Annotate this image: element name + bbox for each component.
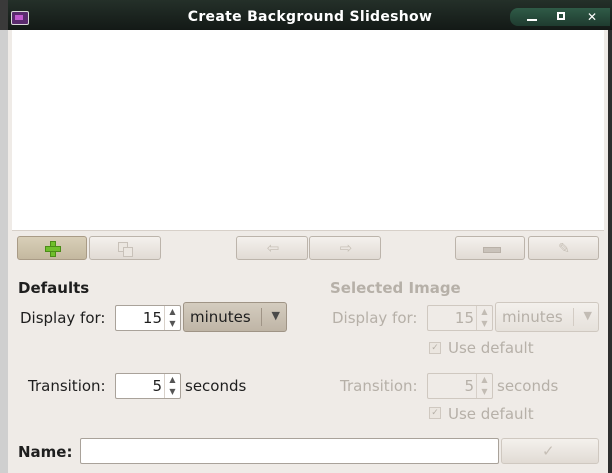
combo-separator [573, 308, 574, 326]
display-unit-value: minutes [190, 308, 251, 326]
spin-down-icon[interactable]: ▼ [477, 386, 492, 398]
selected-image-heading: Selected Image [330, 279, 461, 297]
name-input[interactable] [80, 438, 499, 464]
titlebar[interactable]: Create Background Slideshow ✕ [8, 0, 612, 30]
display-for-spinner[interactable]: 15 ▲ ▼ [115, 305, 181, 331]
move-left-button[interactable]: ⇦ [236, 236, 308, 260]
spin-up-icon[interactable]: ▲ [477, 306, 492, 318]
add-image-button[interactable] [17, 236, 87, 260]
display-for-label: Display for: [20, 309, 106, 327]
selected-display-for-value[interactable]: 15 [455, 309, 474, 327]
transition-arrows[interactable]: ▲ ▼ [164, 374, 180, 398]
selected-transition-unit: seconds [497, 377, 559, 395]
create-button[interactable]: ✓ [501, 438, 599, 464]
maximize-icon [557, 12, 565, 20]
arrow-left-icon: ⇦ [266, 239, 280, 257]
spin-down-icon[interactable]: ▼ [165, 386, 180, 398]
spin-down-icon[interactable]: ▼ [165, 318, 180, 330]
use-default-display-label: Use default [448, 339, 534, 357]
window-controls: ✕ [510, 8, 610, 26]
background-window-edge [0, 30, 8, 473]
duplicate-icon [118, 242, 133, 257]
close-button[interactable]: ✕ [578, 8, 606, 26]
spin-up-icon[interactable]: ▲ [165, 374, 180, 386]
plus-icon [45, 241, 61, 257]
spin-down-icon[interactable]: ▼ [477, 318, 492, 330]
selected-transition-value[interactable]: 5 [464, 377, 474, 395]
image-preview-area[interactable] [12, 30, 604, 231]
move-right-button[interactable]: ⇨ [309, 236, 381, 260]
duplicate-image-button[interactable] [89, 236, 161, 260]
remove-image-button[interactable] [455, 236, 525, 260]
use-default-transition-label: Use default [448, 405, 534, 423]
display-unit-combo[interactable]: minutes ▼ [183, 302, 287, 332]
use-default-display-checkbox[interactable]: ✓ [429, 342, 441, 354]
minimize-icon [527, 19, 537, 21]
transition-unit: seconds [185, 377, 247, 395]
combo-separator [261, 308, 262, 326]
maximize-button[interactable] [548, 8, 576, 26]
clear-button[interactable]: ✎ [528, 236, 599, 260]
broom-icon: ✎ [558, 241, 570, 257]
selected-display-for-spinner[interactable]: 15 ▲ ▼ [427, 305, 493, 331]
minus-icon [483, 247, 501, 253]
arrow-right-icon: ⇨ [339, 239, 353, 257]
selected-transition-label: Transition: [340, 377, 418, 395]
selected-display-unit-value: minutes [502, 308, 563, 326]
use-default-transition-checkbox[interactable]: ✓ [429, 407, 441, 419]
spin-up-icon[interactable]: ▲ [477, 374, 492, 386]
name-label: Name: [18, 443, 73, 461]
selected-display-for-arrows[interactable]: ▲ ▼ [476, 306, 492, 330]
minimize-button[interactable] [518, 8, 546, 26]
window-right-edge [608, 30, 612, 473]
selected-display-unit-combo[interactable]: minutes ▼ [495, 302, 599, 332]
chevron-down-icon: ▼ [271, 309, 280, 322]
transition-label: Transition: [28, 377, 106, 395]
chevron-down-icon: ▼ [583, 309, 592, 322]
selected-transition-spinner[interactable]: 5 ▲ ▼ [427, 373, 493, 399]
slideshow-dialog: Create Background Slideshow ✕ ⇦ ⇨ ✎ Defa… [8, 0, 612, 473]
transition-spinner[interactable]: 5 ▲ ▼ [115, 373, 181, 399]
close-icon: ✕ [586, 10, 598, 24]
defaults-heading: Defaults [18, 279, 90, 297]
display-for-arrows[interactable]: ▲ ▼ [164, 306, 180, 330]
transition-value[interactable]: 5 [152, 377, 162, 395]
selected-display-for-label: Display for: [332, 309, 418, 327]
spin-up-icon[interactable]: ▲ [165, 306, 180, 318]
check-icon: ✓ [542, 442, 555, 460]
display-for-value[interactable]: 15 [143, 309, 162, 327]
selected-transition-arrows[interactable]: ▲ ▼ [476, 374, 492, 398]
